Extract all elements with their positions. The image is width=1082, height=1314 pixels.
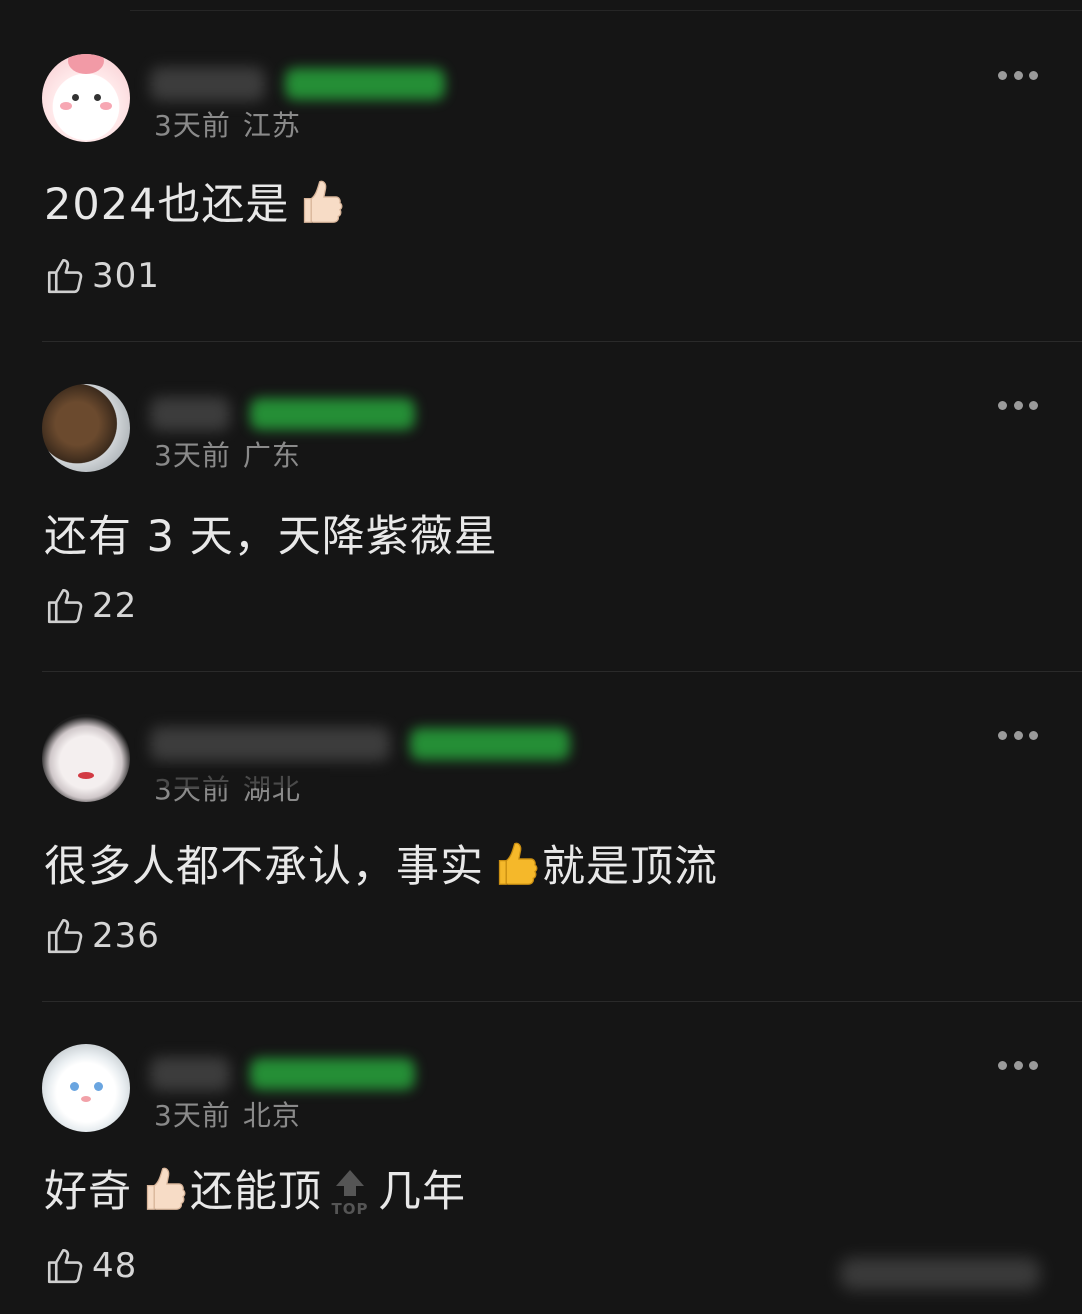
- comment-text-part: 好奇: [44, 1167, 132, 1217]
- user-tag-blurred: [285, 68, 445, 100]
- thumbs-up-emoji-icon: [498, 842, 538, 885]
- username-blurred[interactable]: [150, 727, 390, 761]
- comment-time: 3天前: [154, 109, 231, 142]
- comment-location: 江苏: [242, 109, 301, 142]
- like-button[interactable]: 22: [44, 584, 137, 628]
- thumbs-up-emoji-icon: [304, 180, 343, 223]
- watermark-blurred: [840, 1258, 1040, 1290]
- comment-text-part: 很多人都不承认，事实: [44, 842, 484, 892]
- comment-time: 3天前: [154, 1099, 231, 1132]
- comment-text-part: 还能顶: [190, 1167, 322, 1217]
- username-blurred[interactable]: [150, 67, 265, 101]
- comment-text: 很多人都不承认，事实 就是顶流: [44, 832, 718, 894]
- like-count: 48: [92, 1246, 138, 1286]
- like-count: 301: [92, 256, 160, 296]
- comment-location: 北京: [242, 1099, 301, 1132]
- avatar[interactable]: [42, 1044, 130, 1132]
- thumbs-up-outline-icon: [47, 258, 83, 294]
- like-button[interactable]: 48: [44, 1244, 137, 1288]
- comment-text: 还有 3 天，天降紫薇星: [44, 502, 498, 564]
- thumbs-up-emoji-icon: [146, 1167, 186, 1210]
- user-tag-blurred: [250, 1058, 415, 1090]
- more-options-icon[interactable]: [998, 70, 1038, 80]
- top-badge-label: TOP: [332, 1200, 369, 1218]
- comment-meta: 3天前 广东: [154, 434, 301, 474]
- comment-item: 3天前 湖北 很多人都不承认，事实 就是顶流 236: [0, 672, 1082, 1002]
- more-options-icon[interactable]: [998, 400, 1038, 410]
- comment-meta: 3天前 江苏: [154, 104, 301, 144]
- avatar[interactable]: [42, 384, 130, 472]
- more-options-icon[interactable]: [998, 1060, 1038, 1070]
- top-arrow-icon: TOP: [332, 1170, 369, 1218]
- comment-text-part: 还有 3 天，天降紫薇星: [44, 512, 498, 562]
- comment-meta: 3天前 北京: [154, 1094, 301, 1134]
- comment-list: 3天前 江苏 2024也还是 301 3天前 广东 还有 3 天，天降紫薇星 22: [0, 0, 1082, 1314]
- comment-text: 好奇 还能顶 TOP 几年: [44, 1157, 466, 1219]
- user-tag-blurred: [410, 728, 570, 760]
- thumbs-up-outline-icon: [47, 1248, 83, 1284]
- like-count: 22: [92, 586, 138, 626]
- username-blurred[interactable]: [150, 1057, 230, 1091]
- comment-text: 2024也还是: [44, 170, 347, 232]
- more-options-icon[interactable]: [998, 730, 1038, 740]
- username-blurred[interactable]: [150, 397, 230, 431]
- avatar[interactable]: [42, 714, 130, 802]
- like-button[interactable]: 301: [44, 254, 160, 298]
- comment-text-part: 几年: [378, 1167, 466, 1217]
- thumbs-up-outline-icon: [47, 588, 83, 624]
- top-divider: [130, 10, 1082, 11]
- thumbs-up-outline-icon: [47, 918, 83, 954]
- avatar[interactable]: [42, 54, 130, 142]
- user-tag-blurred: [250, 398, 415, 430]
- comment-item: 3天前 广东 还有 3 天，天降紫薇星 22: [0, 342, 1082, 672]
- comment-text-part: 就是顶流: [542, 842, 718, 892]
- comment-item: 3天前 江苏 2024也还是 301: [0, 12, 1082, 342]
- comment-time: 3天前: [154, 439, 231, 472]
- like-count: 236: [92, 916, 160, 956]
- comment-location: 广东: [242, 439, 301, 472]
- like-button[interactable]: 236: [44, 914, 160, 958]
- comment-text-part: 2024也还是: [44, 180, 290, 230]
